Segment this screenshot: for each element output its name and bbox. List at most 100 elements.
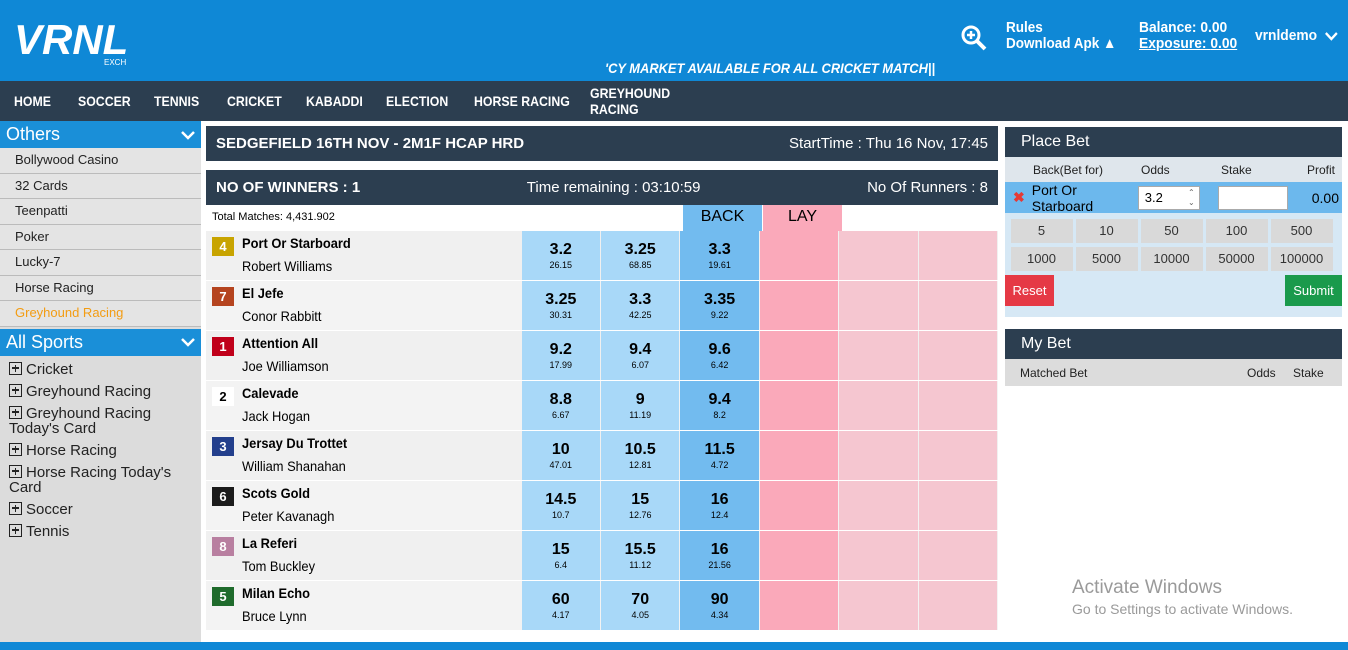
sports-item-cricket[interactable]: Cricket: [0, 360, 201, 377]
back-odds-cell[interactable]: 90 4.34: [680, 581, 759, 630]
back-odds-cell[interactable]: 11.5 4.72: [680, 431, 759, 480]
lay-odds-cell[interactable]: [918, 331, 998, 380]
download-apk-link[interactable]: Download Apk ▲: [1006, 36, 1116, 52]
others-header[interactable]: Others: [0, 121, 201, 148]
expand-icon[interactable]: [9, 464, 22, 478]
lay-odds-cell[interactable]: [918, 581, 998, 630]
expand-icon[interactable]: [9, 501, 22, 515]
nav-item-horse-racing[interactable]: HORSE RACING: [474, 93, 576, 109]
back-odds-cell[interactable]: 9.2 17.99: [521, 331, 600, 380]
lay-odds-cell[interactable]: [759, 481, 839, 530]
back-odds-cell[interactable]: 16 21.56: [680, 531, 759, 580]
stake-button-10000[interactable]: 10000: [1140, 247, 1203, 271]
lay-odds-cell[interactable]: [918, 531, 998, 580]
nav-item-home[interactable]: HOME: [14, 93, 70, 109]
sidebar-item-32-cards[interactable]: 32 Cards: [0, 173, 201, 199]
sidebar-item-greyhound-racing[interactable]: Greyhound Racing: [0, 301, 201, 327]
nav-item-soccer[interactable]: SOCCER: [78, 93, 145, 109]
lay-odds-cell[interactable]: [839, 481, 918, 530]
nav-item-greyhound-racing[interactable]: GREYHOUND RACING: [590, 85, 704, 117]
submit-button[interactable]: Submit: [1285, 275, 1342, 306]
nav-item-election[interactable]: ELECTION: [386, 93, 463, 109]
lay-odds-cell[interactable]: [839, 281, 918, 330]
back-odds-cell[interactable]: 14.5 10.7: [521, 481, 600, 530]
lay-odds-cell[interactable]: [839, 431, 918, 480]
lay-odds-cell[interactable]: [759, 431, 839, 480]
lay-odds-cell[interactable]: [918, 281, 998, 330]
lay-odds-cell[interactable]: [759, 531, 839, 580]
stake-button-100[interactable]: 100: [1205, 219, 1268, 243]
back-odds-cell[interactable]: 10.5 12.81: [601, 431, 680, 480]
stake-button-5000[interactable]: 5000: [1075, 247, 1138, 271]
exposure[interactable]: Exposure: 0.00: [1139, 36, 1237, 52]
back-odds-cell[interactable]: 15.5 11.12: [601, 531, 680, 580]
stake-button-500[interactable]: 500: [1270, 219, 1333, 243]
lay-odds-cell[interactable]: [918, 231, 998, 280]
back-odds-cell[interactable]: 3.2 26.15: [521, 231, 600, 280]
stake-button-1000[interactable]: 1000: [1010, 247, 1073, 271]
lay-odds-cell[interactable]: [839, 231, 918, 280]
lay-odds-cell[interactable]: [839, 531, 918, 580]
stake-button-5[interactable]: 5: [1010, 219, 1073, 243]
nav-item-tennis[interactable]: TENNIS: [154, 93, 218, 109]
lay-odds-cell[interactable]: [759, 231, 839, 280]
back-odds-cell[interactable]: 9.4 6.07: [601, 331, 680, 380]
sidebar-item-poker[interactable]: Poker: [0, 224, 201, 250]
sports-item-horse-racing-today-s-card[interactable]: Horse Racing Today's Card: [0, 463, 201, 495]
odds-stepper-icon[interactable]: ⌃ ⌄: [1188, 188, 1195, 208]
close-icon[interactable]: ✖: [1013, 189, 1025, 206]
lay-odds-cell[interactable]: [759, 331, 839, 380]
lay-odds-cell[interactable]: [839, 581, 918, 630]
back-odds-cell[interactable]: 10 47.01: [521, 431, 600, 480]
expand-icon[interactable]: [9, 442, 22, 456]
sidebar-item-bollywood-casino[interactable]: Bollywood Casino: [0, 148, 201, 174]
back-odds-cell[interactable]: 3.3 42.25: [601, 281, 680, 330]
lay-odds-cell[interactable]: [918, 381, 998, 430]
back-odds-cell[interactable]: 3.35 9.22: [680, 281, 759, 330]
reset-button[interactable]: Reset: [1005, 275, 1054, 306]
sidebar-item-horse-racing[interactable]: Horse Racing: [0, 275, 201, 301]
back-odds-cell[interactable]: 3.25 30.31: [521, 281, 600, 330]
back-odds-cell[interactable]: 60 4.17: [521, 581, 600, 630]
lay-odds-cell[interactable]: [759, 581, 839, 630]
sports-item-horse-racing[interactable]: Horse Racing: [0, 441, 201, 458]
back-odds-cell[interactable]: 70 4.05: [601, 581, 680, 630]
lay-odds-cell[interactable]: [759, 281, 839, 330]
rules-link[interactable]: Rules: [1006, 20, 1116, 36]
expand-icon[interactable]: [9, 405, 22, 419]
expand-icon[interactable]: [9, 523, 22, 537]
all-sports-header[interactable]: All Sports: [0, 328, 201, 356]
lay-odds-cell[interactable]: [839, 381, 918, 430]
sports-item-greyhound-racing[interactable]: Greyhound Racing: [0, 382, 201, 399]
expand-icon[interactable]: [9, 361, 22, 375]
back-odds-cell[interactable]: 8.8 6.67: [521, 381, 600, 430]
stake-button-50000[interactable]: 50000: [1205, 247, 1268, 271]
user-menu[interactable]: vrnldemo: [1255, 27, 1338, 44]
sports-item-soccer[interactable]: Soccer: [0, 500, 201, 517]
lay-odds-cell[interactable]: [759, 381, 839, 430]
expand-icon[interactable]: [9, 383, 22, 397]
sports-item-greyhound-racing-today-s-card[interactable]: Greyhound Racing Today's Card: [0, 404, 201, 436]
stake-button-50[interactable]: 50: [1140, 219, 1203, 243]
back-odds-cell[interactable]: 15 12.76: [601, 481, 680, 530]
brand-logo[interactable]: VRNL EXCH: [14, 14, 164, 68]
stake-button-100000[interactable]: 100000: [1270, 247, 1333, 271]
stake-button-10[interactable]: 10: [1075, 219, 1138, 243]
lay-odds-cell[interactable]: [918, 481, 998, 530]
stake-input[interactable]: [1217, 185, 1288, 210]
sidebar-item-lucky-7[interactable]: Lucky-7: [0, 250, 201, 276]
back-odds-cell[interactable]: 9.4 8.2: [680, 381, 759, 430]
nav-item-kabaddi[interactable]: KABADDI: [306, 93, 376, 109]
lay-odds-cell[interactable]: [918, 431, 998, 480]
lay-odds-cell[interactable]: [839, 331, 918, 380]
back-odds-cell[interactable]: 16 12.4: [680, 481, 759, 530]
back-odds-cell[interactable]: 9.6 6.42: [680, 331, 759, 380]
nav-item-cricket[interactable]: CRICKET: [227, 93, 297, 109]
back-odds-cell[interactable]: 3.25 68.85: [601, 231, 680, 280]
sidebar-item-teenpatti[interactable]: Teenpatti: [0, 199, 201, 225]
sports-item-tennis[interactable]: Tennis: [0, 522, 201, 539]
back-odds-cell[interactable]: 3.3 19.61: [680, 231, 759, 280]
search-icon[interactable]: [960, 24, 988, 52]
odds-input[interactable]: 3.2 ⌃ ⌄: [1137, 185, 1200, 210]
back-odds-cell[interactable]: 15 6.4: [521, 531, 600, 580]
